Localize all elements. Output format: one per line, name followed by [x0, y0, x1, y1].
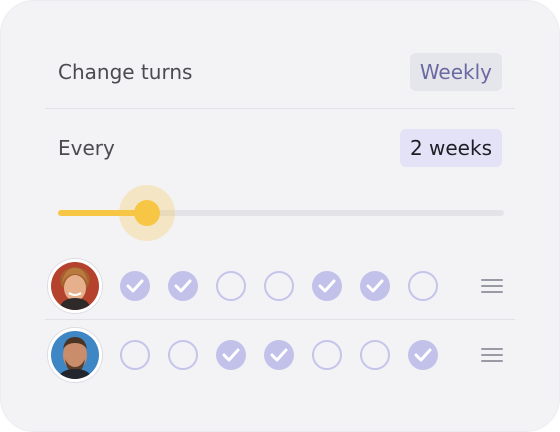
divider: [45, 108, 515, 109]
change-turns-label: Change turns: [58, 60, 193, 84]
change-turns-row: Change turns Weekly: [58, 51, 502, 93]
drag-handle-icon[interactable]: [481, 279, 503, 293]
day-toggle-unchecked[interactable]: [216, 271, 246, 301]
day-toggles: [120, 340, 438, 370]
every-value-badge[interactable]: 2 weeks: [399, 129, 502, 167]
avatar-icon: [51, 331, 99, 379]
day-toggle-unchecked[interactable]: [408, 271, 438, 301]
day-toggle-checked[interactable]: [168, 271, 198, 301]
day-toggle-checked[interactable]: [264, 340, 294, 370]
divider: [45, 319, 515, 320]
schedule-card: Change turns Weekly Every 2 weeks: [0, 0, 560, 432]
day-toggle-checked[interactable]: [360, 271, 390, 301]
avatar: [48, 259, 102, 313]
interval-slider[interactable]: [58, 185, 504, 241]
every-row: Every 2 weeks: [58, 127, 502, 169]
person-row: [45, 324, 515, 386]
day-toggle-unchecked[interactable]: [360, 340, 390, 370]
day-toggle-unchecked[interactable]: [264, 271, 294, 301]
drag-handle-icon[interactable]: [481, 348, 503, 362]
check-icon: [222, 348, 240, 362]
slider-thumb[interactable]: [134, 200, 160, 226]
day-toggle-checked[interactable]: [312, 271, 342, 301]
day-toggle-unchecked[interactable]: [168, 340, 198, 370]
check-icon: [126, 279, 144, 293]
avatar-icon: [51, 262, 99, 310]
check-icon: [414, 348, 432, 362]
change-turns-select[interactable]: Weekly: [409, 53, 502, 91]
every-label: Every: [58, 136, 115, 160]
person-row: [45, 255, 515, 317]
day-toggles: [120, 271, 438, 301]
check-icon: [366, 279, 384, 293]
check-icon: [318, 279, 336, 293]
avatar: [48, 328, 102, 382]
check-icon: [270, 348, 288, 362]
day-toggle-unchecked[interactable]: [312, 340, 342, 370]
day-toggle-checked[interactable]: [216, 340, 246, 370]
day-toggle-checked[interactable]: [120, 271, 150, 301]
day-toggle-unchecked[interactable]: [120, 340, 150, 370]
day-toggle-checked[interactable]: [408, 340, 438, 370]
check-icon: [174, 279, 192, 293]
